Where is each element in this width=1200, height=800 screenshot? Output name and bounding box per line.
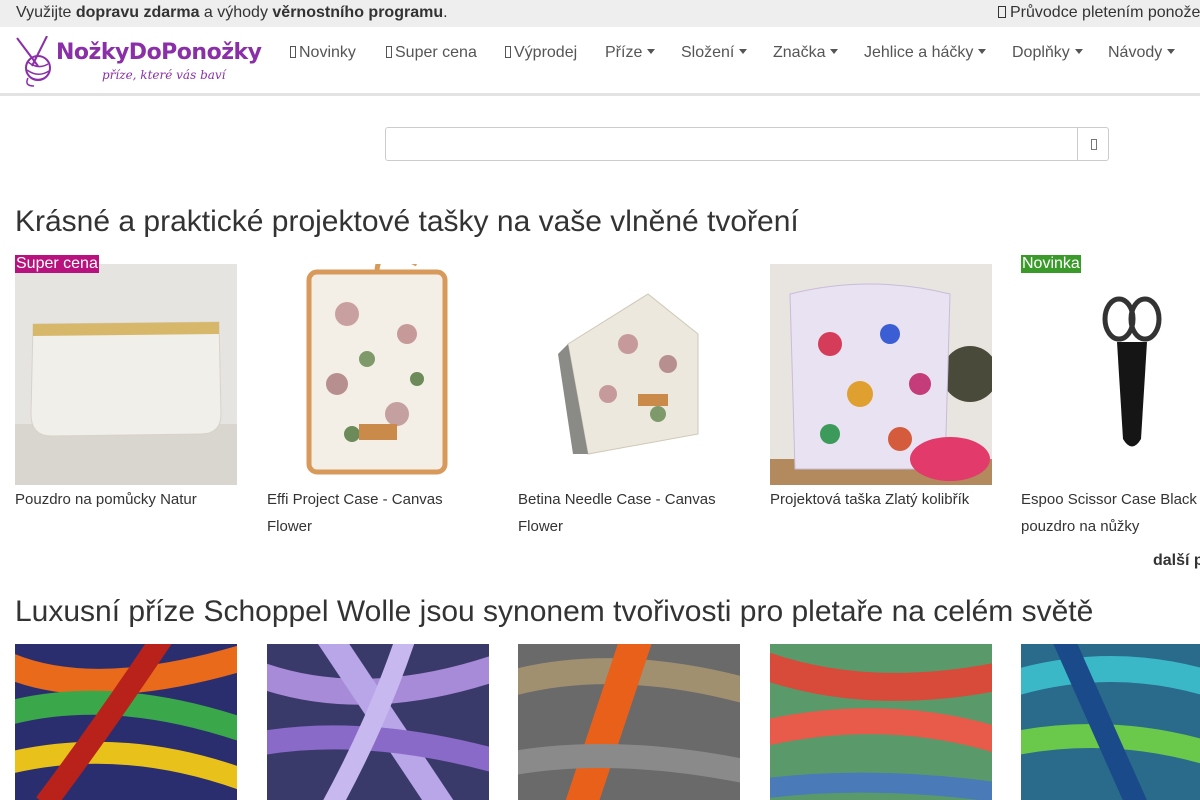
caret-down-icon (739, 49, 748, 54)
caret-down-icon (1074, 49, 1083, 54)
product-image[interactable] (15, 264, 237, 485)
tag-icon (386, 46, 392, 58)
caret-down-icon (647, 49, 656, 54)
nav-item-novinky[interactable]: Novinky (290, 44, 356, 62)
nav-item-vyprodej[interactable]: Výprodej (505, 44, 577, 62)
product-image[interactable] (770, 264, 992, 485)
nav-item-super-cena[interactable]: Super cena (386, 44, 477, 62)
caret-down-icon (978, 49, 987, 54)
logo[interactable]: NožkyDoPonožky příze, které vás baví (14, 34, 264, 90)
product-image[interactable] (518, 644, 740, 800)
section-title-project-bags: Krásné a praktické projektové tašky na v… (15, 205, 799, 238)
promo-middle: a výhody (199, 4, 273, 21)
nav-item-doplnky[interactable]: Doplňky (1012, 44, 1083, 62)
yarn-ball-logo-icon (16, 36, 51, 87)
product-image[interactable] (770, 644, 992, 800)
product-card[interactable] (1021, 644, 1200, 800)
caret-down-icon (830, 49, 839, 54)
nav-item-navody[interactable]: Návody (1108, 44, 1176, 62)
promo-loyalty-program[interactable]: věrnostního programu (272, 4, 443, 21)
badge-super-cena: Super cena (15, 255, 99, 273)
product-card[interactable] (267, 644, 489, 800)
guide-link-label: Průvodce pletením ponože (1010, 4, 1200, 21)
product-image[interactable] (518, 264, 740, 485)
product-image[interactable] (267, 264, 489, 485)
product-image[interactable] (267, 644, 489, 800)
nav-label: Návody (1108, 44, 1163, 61)
product-card[interactable]: Super cena Pouzdro na pomůcky Natur (15, 255, 237, 555)
product-card[interactable]: Novinka Espoo Scissor Case Black - pouzd… (1021, 255, 1200, 555)
nav-item-slozeni[interactable]: Složení (681, 44, 748, 62)
search-icon (1091, 139, 1097, 150)
book-icon (998, 6, 1006, 18)
nav-label: Výprodej (514, 44, 578, 61)
product-image[interactable] (1021, 264, 1200, 485)
nav-label: Doplňky (1012, 44, 1070, 61)
promo-text: Využijte dopravu zdarma a výhody věrnost… (16, 0, 448, 26)
site-header: NožkyDoPonožky příze, které vás baví Nov… (0, 28, 1200, 96)
search-input[interactable] (385, 127, 1078, 161)
product-card[interactable]: Betina Needle Case - Canvas Flower (518, 255, 740, 555)
product-name[interactable]: Espoo Scissor Case Black - pouzdro na nů… (1021, 486, 1200, 540)
nav-label: Novinky (299, 44, 356, 61)
product-name[interactable]: Betina Needle Case - Canvas Flower (518, 486, 718, 540)
product-card[interactable] (15, 644, 237, 800)
product-name[interactable]: Projektová taška Zlatý kolibřík (770, 486, 970, 513)
nav-item-znacka[interactable]: Značka (773, 44, 839, 62)
product-card[interactable] (518, 644, 740, 800)
product-card[interactable]: Projektová taška Zlatý kolibřík (770, 255, 992, 555)
nav-label: Super cena (395, 44, 477, 61)
guide-link[interactable]: Průvodce pletením ponože (998, 0, 1200, 26)
nav-label: Příze (605, 44, 643, 61)
product-image[interactable] (1021, 644, 1200, 800)
search-bar (385, 127, 1109, 161)
nav-item-prize[interactable]: Příze (605, 44, 656, 62)
star-icon (290, 46, 296, 58)
product-name[interactable]: Effi Project Case - Canvas Flower (267, 486, 467, 540)
nav-item-jehlice-a-hacky[interactable]: Jehlice a háčky (864, 44, 987, 62)
caret-down-icon (1167, 49, 1176, 54)
promo-prefix: Využijte (16, 4, 76, 21)
nav-label: Značka (773, 44, 826, 61)
logo-subtitle: příze, které vás baví (102, 68, 226, 82)
promo-free-shipping: dopravu zdarma (75, 4, 200, 21)
product-card[interactable]: Effi Project Case - Canvas Flower (267, 255, 489, 555)
promo-bar: Využijte dopravu zdarma a výhody věrnost… (0, 0, 1200, 27)
section-title-schoppel: Luxusní příze Schoppel Wolle jsou synone… (15, 595, 1094, 628)
nav-label: Složení (681, 44, 735, 61)
promo-suffix: . (443, 4, 448, 21)
percent-icon (505, 46, 511, 58)
more-link[interactable]: další p (1153, 552, 1200, 570)
nav-label: Jehlice a háčky (864, 44, 974, 61)
product-card[interactable] (770, 644, 992, 800)
badge-novinka: Novinka (1021, 255, 1081, 273)
logo-title: NožkyDoPonožky (56, 40, 262, 65)
product-name[interactable]: Pouzdro na pomůcky Natur (15, 486, 215, 513)
product-image[interactable] (15, 644, 237, 800)
search-button[interactable] (1077, 127, 1109, 161)
